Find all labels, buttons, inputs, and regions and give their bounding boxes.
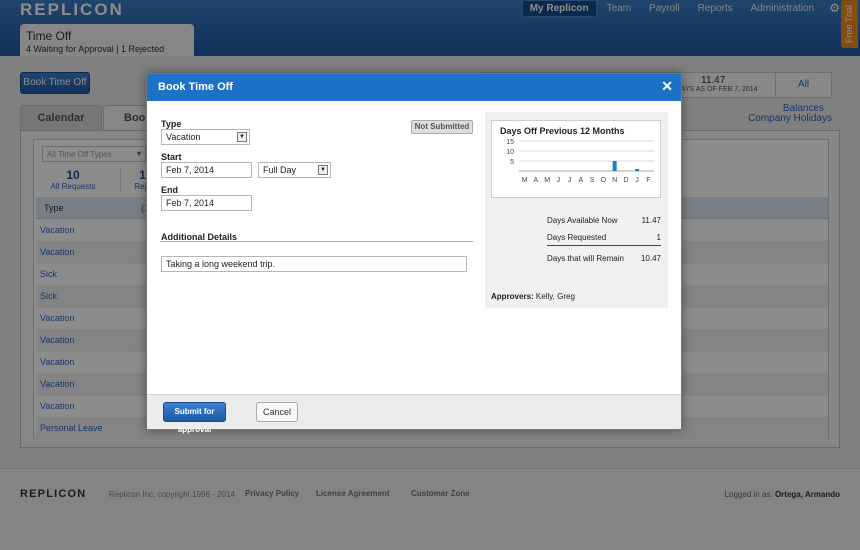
- type-select-value: Vacation: [166, 132, 201, 142]
- x-tick-label: M: [522, 177, 528, 184]
- y-tick-label: 15: [506, 139, 514, 146]
- duration-select-value: Full Day: [263, 165, 297, 175]
- x-tick-label: D: [623, 177, 628, 184]
- type-select[interactable]: Vacation ▼: [161, 129, 250, 145]
- close-icon[interactable]: ✕: [661, 78, 673, 95]
- dialog-title: Book Time Off: [147, 74, 681, 101]
- x-tick-label: N: [612, 177, 617, 184]
- y-tick-label: 10: [506, 149, 514, 156]
- approvers-label: Approvers:: [491, 292, 534, 301]
- duration-select[interactable]: Full Day ▼: [258, 162, 331, 178]
- days-remain-row: Days that will Remain 10.47: [547, 254, 661, 263]
- x-tick-label: A: [534, 177, 539, 184]
- days-remain-label: Days that will Remain: [547, 254, 624, 263]
- end-label: End: [161, 185, 178, 195]
- book-time-off-dialog: Book Time Off ✕ Type Vacation ▼ Not Subm…: [146, 73, 682, 434]
- chevron-down-icon: ▼: [237, 132, 247, 142]
- days-off-chart: Days Off Previous 12 Months 15 10 5 M A M J J A S…: [491, 120, 661, 198]
- start-label: Start: [161, 152, 182, 162]
- x-tick-label: O: [601, 177, 607, 184]
- start-date-field[interactable]: Feb 7, 2014: [161, 162, 252, 178]
- x-tick-label: J: [635, 177, 639, 184]
- summary-panel: Days Off Previous 12 Months 15 10 5 M A M J J A S…: [485, 112, 668, 308]
- x-tick-label: J: [557, 177, 561, 184]
- days-available-row: Days Available Now 11.47: [547, 216, 661, 225]
- days-available-label: Days Available Now: [547, 216, 618, 225]
- approvers-value: Kelly, Greg: [535, 292, 575, 301]
- chevron-down-icon: ▼: [318, 165, 328, 175]
- days-requested-value: 1: [656, 233, 661, 242]
- x-tick-label: M: [544, 177, 550, 184]
- y-tick-label: 5: [510, 159, 514, 166]
- chart-bar: [612, 161, 617, 171]
- x-tick-label: A: [579, 177, 584, 184]
- days-available-value: 11.47: [641, 216, 661, 225]
- x-tick-label: S: [590, 177, 595, 184]
- type-label: Type: [161, 119, 182, 129]
- days-requested-label: Days Requested: [547, 233, 607, 242]
- additional-details-input[interactable]: Taking a long weekend trip.: [161, 256, 467, 272]
- status-badge: Not Submitted: [411, 120, 473, 134]
- days-requested-row: Days Requested 1: [547, 233, 661, 246]
- dialog-footer: Submit for approval Cancel: [147, 394, 681, 434]
- chart-bar: [635, 169, 640, 171]
- chart-plot: 15105M A M J J A S O N D J F: [506, 139, 654, 184]
- approvers: Approvers: Kelly, Greg: [491, 292, 575, 301]
- section-divider: [160, 241, 473, 242]
- chart-title: Days Off Previous 12 Months: [500, 126, 625, 136]
- submit-for-approval-button[interactable]: Submit for approval: [163, 402, 226, 434]
- x-tick-label: J: [568, 177, 572, 184]
- end-date-field[interactable]: Feb 7, 2014: [161, 195, 252, 211]
- x-tick-label: F: [646, 177, 650, 184]
- cancel-button[interactable]: Cancel: [256, 402, 298, 422]
- days-remain-value: 10.47: [640, 254, 661, 263]
